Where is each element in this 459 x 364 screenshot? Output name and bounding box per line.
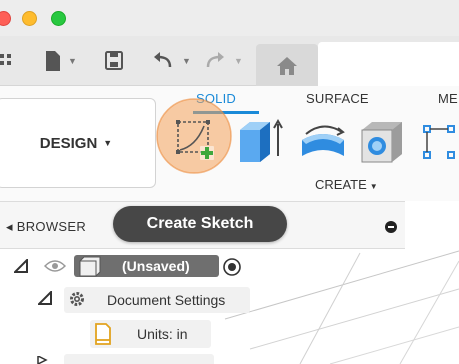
minimize-window-button[interactable]: [22, 11, 37, 26]
browser-collapse-icon[interactable]: [385, 221, 397, 233]
named-views-row[interactable]: [64, 354, 214, 364]
undo-icon[interactable]: [152, 49, 174, 73]
create-menu-label: CREATE: [315, 177, 367, 192]
undo-chevron-icon[interactable]: ▼: [182, 56, 191, 66]
grid-icon[interactable]: [0, 49, 14, 73]
redo-icon[interactable]: [204, 49, 226, 73]
pattern-icon[interactable]: [420, 122, 459, 166]
save-icon[interactable]: [104, 49, 124, 73]
root-component-label: (Unsaved): [122, 258, 190, 274]
document-tab[interactable]: [318, 42, 459, 87]
close-window-button[interactable]: [0, 11, 11, 26]
create-sketch-tooltip: Create Sketch: [113, 206, 287, 242]
extrude-icon[interactable]: [236, 116, 286, 168]
units-label: Units: in: [137, 326, 188, 342]
tab-surface[interactable]: SURFACE: [306, 91, 369, 106]
home-tab[interactable]: [256, 44, 318, 86]
chevron-down-icon: ▼: [369, 182, 378, 191]
create-menu-button[interactable]: CREATE ▼: [315, 177, 378, 192]
collapse-triangle-icon[interactable]: [14, 259, 28, 273]
tab-mesh[interactable]: ME: [438, 91, 458, 106]
document-settings-label: Document Settings: [107, 292, 226, 308]
document-icon: [95, 323, 111, 345]
hole-icon[interactable]: [358, 116, 408, 168]
file-icon[interactable]: [44, 49, 62, 73]
expand-triangle-icon[interactable]: [36, 356, 48, 364]
toolbar-ribbon: DESIGN ▼ SOLID SURFACE ME CREATE ▼: [0, 86, 459, 201]
revolve-icon[interactable]: [296, 122, 350, 168]
chevron-down-icon: ▼: [103, 138, 113, 148]
component-icon: [79, 256, 101, 277]
workspace-label: DESIGN: [39, 134, 98, 152]
browser-title: ◂ BROWSER: [6, 219, 87, 234]
create-sketch-tool[interactable]: [156, 98, 236, 176]
redo-chevron-icon[interactable]: ▼: [234, 56, 243, 66]
visibility-eye-icon[interactable]: [44, 258, 66, 274]
home-icon: [277, 57, 297, 75]
quick-access-toolbar: ▼ ▼ ▼: [0, 36, 459, 87]
workspace-switcher-button[interactable]: DESIGN ▼: [0, 98, 156, 188]
zoom-window-button[interactable]: [51, 11, 66, 26]
activate-radio-icon[interactable]: [222, 257, 242, 277]
gear-icon: [70, 292, 84, 306]
browser-title-text: BROWSER: [16, 219, 87, 234]
file-menu-chevron-icon[interactable]: ▼: [68, 56, 77, 66]
collapse-triangle-icon[interactable]: [38, 291, 52, 305]
window-titlebar: [0, 0, 459, 36]
